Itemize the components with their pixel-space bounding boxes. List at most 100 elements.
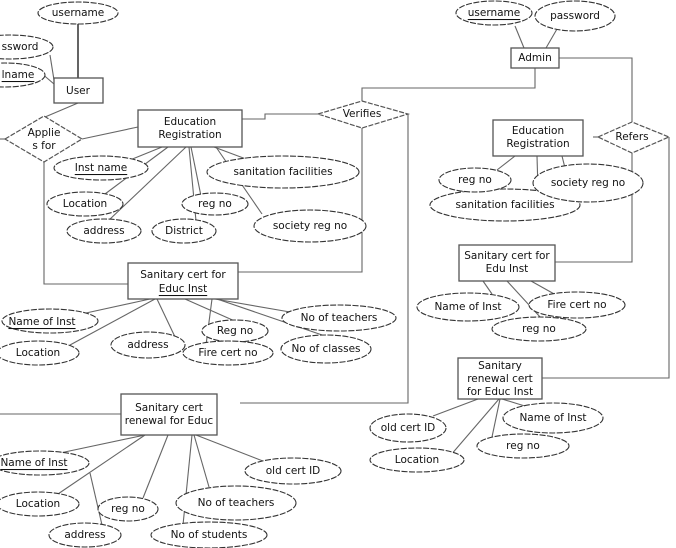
attribute-address[interactable]: address bbox=[66, 218, 142, 244]
attribute-reg-no[interactable]: reg no bbox=[97, 496, 159, 522]
entity-education-registration-left[interactable]: Education Registration bbox=[137, 109, 243, 148]
attribute-sanitation-facilities[interactable]: sanitation facilities bbox=[206, 155, 360, 189]
entity-sanitary-renewal-left[interactable]: Sanitary cert renewal for Educ bbox=[120, 393, 218, 436]
entity-sanitary-renewal-right[interactable]: Sanitary renewal cert for Educ Inst bbox=[457, 357, 543, 400]
connector bbox=[129, 146, 163, 161]
attribute-label: Name of Inst bbox=[519, 412, 586, 424]
relationship-refers[interactable]: Refers bbox=[596, 121, 671, 154]
relationship-label: Verifies bbox=[343, 108, 382, 120]
attribute-username[interactable]: username bbox=[37, 1, 119, 25]
connector bbox=[213, 146, 247, 160]
entity-label: Sanitary cert for bbox=[464, 250, 550, 262]
entity-user[interactable]: User bbox=[53, 77, 104, 104]
attribute-reg-no[interactable]: reg no bbox=[181, 192, 249, 216]
connector bbox=[432, 398, 479, 417]
relationship-applies-for[interactable]: Applie s for bbox=[3, 115, 84, 163]
attribute-label: Fire cert no bbox=[198, 347, 257, 359]
connector bbox=[491, 398, 501, 438]
attribute-label: Name of Inst bbox=[0, 457, 67, 469]
attribute-name-of-inst[interactable]: Name of Inst bbox=[416, 292, 520, 322]
attribute-label: sanitation facilities bbox=[455, 199, 554, 211]
connector bbox=[545, 28, 558, 49]
attribute-label: reg no bbox=[522, 323, 556, 335]
attribute-location[interactable]: Location bbox=[0, 491, 80, 517]
entity-label: Registration bbox=[506, 138, 569, 150]
connector bbox=[482, 280, 493, 295]
attribute-location[interactable]: Location bbox=[369, 447, 465, 473]
entity-admin[interactable]: Admin bbox=[510, 47, 560, 69]
attribute-label: reg no bbox=[458, 174, 492, 186]
connector bbox=[44, 102, 79, 118]
attribute-location[interactable]: Location bbox=[46, 191, 124, 217]
attribute-label: Name of Inst bbox=[434, 301, 501, 313]
relationship-label: Refers bbox=[615, 131, 648, 143]
attribute-old-cert-id[interactable]: old cert ID bbox=[244, 457, 342, 485]
attribute-no-of-classes[interactable]: No of classes bbox=[280, 334, 372, 364]
attribute-reg-no[interactable]: reg no bbox=[476, 433, 570, 459]
attribute-lname[interactable]: lname bbox=[0, 62, 46, 88]
entity-label: Sanitary cert for bbox=[140, 269, 226, 281]
attribute-inst-name[interactable]: Inst name bbox=[53, 155, 149, 181]
connector bbox=[496, 155, 516, 171]
attribute-admin-password[interactable]: password bbox=[534, 0, 616, 32]
attribute-name-of-inst[interactable]: Name of Inst bbox=[0, 450, 90, 476]
attribute-label: Location bbox=[63, 198, 107, 210]
entity-education-registration-right[interactable]: Education Registration bbox=[492, 119, 584, 157]
attribute-fire-cert-no[interactable]: Fire cert no bbox=[528, 291, 626, 319]
attribute-label: username bbox=[468, 7, 521, 19]
connector bbox=[142, 434, 169, 499]
connector bbox=[193, 434, 210, 488]
attribute-label: Location bbox=[16, 347, 60, 359]
entity-label: renewal cert bbox=[467, 373, 533, 385]
attribute-label: reg no bbox=[111, 503, 145, 515]
attribute-label: reg no bbox=[198, 198, 232, 210]
attribute-label: reg no bbox=[506, 440, 540, 452]
relationship-verifies[interactable]: Verifies bbox=[315, 100, 411, 129]
entity-label: Education bbox=[164, 116, 216, 128]
attribute-admin-username[interactable]: username bbox=[455, 0, 533, 26]
connector bbox=[89, 472, 103, 526]
attribute-location[interactable]: Location bbox=[0, 340, 80, 366]
attribute-address[interactable]: address bbox=[48, 522, 122, 548]
attribute-label: society reg no bbox=[551, 177, 625, 189]
attribute-label: Name of Inst bbox=[8, 316, 75, 328]
entity-label: Educ Inst bbox=[159, 283, 207, 295]
attribute-label: Location bbox=[395, 454, 439, 466]
attribute-society-reg-no[interactable]: society reg no bbox=[253, 209, 367, 243]
attribute-fire-cert-no[interactable]: Fire cert no bbox=[182, 340, 274, 366]
attribute-old-cert-id[interactable]: old cert ID bbox=[369, 413, 447, 443]
attribute-label: Location bbox=[16, 498, 60, 510]
attribute-society-reg-no[interactable]: society reg no bbox=[532, 163, 644, 203]
entity-label: User bbox=[66, 85, 91, 97]
entity-sanitary-cert-left[interactable]: Sanitary cert for Educ Inst bbox=[127, 262, 239, 300]
connector bbox=[238, 128, 363, 273]
attribute-label: sanitation facilities bbox=[233, 166, 332, 178]
entity-label: Edu Inst bbox=[486, 263, 529, 275]
attribute-reg-no[interactable]: reg no bbox=[491, 316, 587, 342]
attribute-label: Reg no bbox=[217, 325, 253, 337]
attribute-district[interactable]: District bbox=[151, 218, 217, 244]
er-diagram: User Education Registration Sanitary cer… bbox=[0, 0, 671, 548]
attribute-name-of-inst[interactable]: Name of Inst bbox=[502, 402, 604, 434]
attribute-name-of-inst[interactable]: Name of Inst bbox=[1, 308, 99, 334]
entity-label: Sanitary bbox=[478, 360, 522, 372]
entity-sanitary-cert-right[interactable]: Sanitary cert for Edu Inst bbox=[458, 244, 556, 282]
attribute-reg-no[interactable]: reg no bbox=[438, 167, 512, 193]
connector bbox=[81, 126, 139, 140]
entity-label: Registration bbox=[158, 129, 221, 141]
attribute-label: ssword bbox=[2, 41, 39, 53]
attribute-label: No of teachers bbox=[198, 497, 275, 509]
entity-label: for Educ Inst bbox=[467, 386, 533, 398]
attribute-no-of-teachers[interactable]: No of teachers bbox=[281, 304, 397, 332]
attribute-label: address bbox=[64, 529, 105, 541]
connector bbox=[242, 113, 318, 120]
attribute-label: District bbox=[165, 225, 203, 237]
connector bbox=[214, 298, 291, 313]
attribute-label: address bbox=[83, 225, 124, 237]
attribute-no-of-students[interactable]: No of students bbox=[150, 521, 268, 548]
attribute-no-of-teachers[interactable]: No of teachers bbox=[175, 485, 297, 521]
attribute-reg-no[interactable]: Reg no bbox=[201, 319, 269, 343]
attribute-address[interactable]: address bbox=[110, 331, 186, 359]
attribute-password[interactable]: ssword bbox=[0, 34, 54, 60]
attribute-label: old cert ID bbox=[266, 465, 321, 477]
